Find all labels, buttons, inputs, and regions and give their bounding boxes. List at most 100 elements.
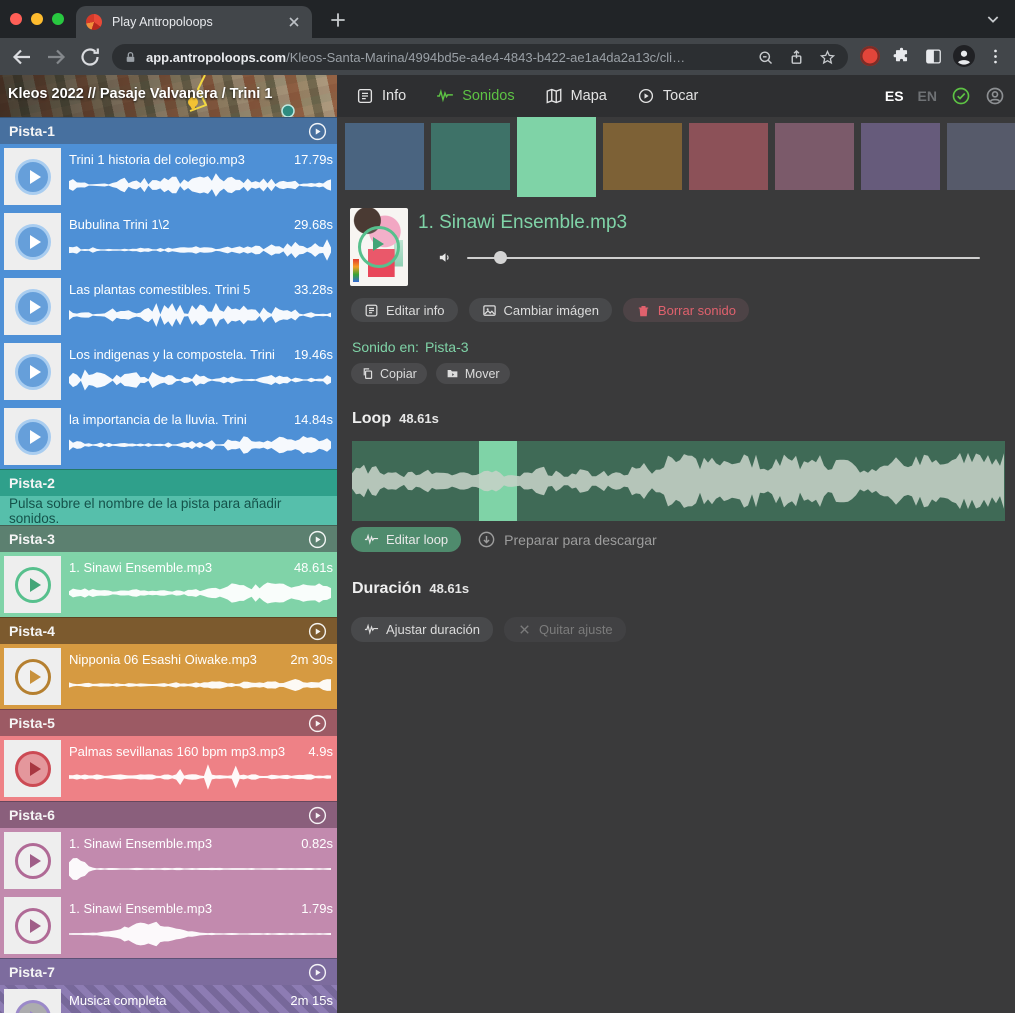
track-color-swatch-1[interactable]: [345, 123, 424, 190]
edit-loop-label: Editar loop: [386, 532, 448, 547]
track-header-pista-3[interactable]: Pista-3: [0, 525, 337, 552]
clip-thumbnail[interactable]: [4, 648, 61, 705]
forward-button[interactable]: [44, 45, 68, 69]
clip-thumbnail[interactable]: [4, 989, 61, 1013]
clip-play-icon[interactable]: [15, 354, 51, 390]
clip-play-icon[interactable]: [15, 843, 51, 879]
remove-adjust-button[interactable]: Quitar ajuste: [504, 617, 626, 642]
breadcrumb[interactable]: Kleos 2022 // Pasaje Valvanera / Trini 1: [8, 86, 272, 102]
edit-info-button[interactable]: Editar info: [351, 298, 458, 322]
volume-slider-handle[interactable]: [494, 251, 507, 264]
adjust-duration-button[interactable]: Ajustar duración: [351, 617, 493, 642]
clip-thumbnail[interactable]: [4, 343, 61, 400]
clip-pista-3[interactable]: 1. Sinawi Ensemble.mp348.61s: [0, 552, 337, 617]
clip-pista-6[interactable]: 1. Sinawi Ensemble.mp30.82s: [0, 828, 337, 893]
track-play-icon[interactable]: [307, 962, 328, 983]
clip-thumbnail[interactable]: [4, 740, 61, 797]
track-color-swatch-2[interactable]: [431, 123, 510, 190]
track-header-pista-7[interactable]: Pista-7: [0, 958, 337, 985]
browser-tab[interactable]: Play Antropoloops: [76, 6, 312, 38]
clip-duration: 29.68s: [294, 217, 333, 232]
clip-thumbnail[interactable]: [4, 278, 61, 335]
bookmark-star-icon[interactable]: [819, 49, 836, 66]
saved-check-icon[interactable]: [951, 86, 971, 106]
track-header-pista-5[interactable]: Pista-5: [0, 709, 337, 736]
sound-in-track-link[interactable]: Pista-3: [425, 339, 469, 355]
clip-thumbnail[interactable]: [4, 148, 61, 205]
macos-minimize-button[interactable]: [31, 13, 43, 25]
track-color-swatch-4[interactable]: [603, 123, 682, 190]
track-header-pista-4[interactable]: Pista-4: [0, 617, 337, 644]
browser-menu-icon[interactable]: [986, 47, 1005, 66]
clip-pista-5[interactable]: Palmas sevillanas 160 bpm mp3.mp34.9s: [0, 736, 337, 801]
lang-en[interactable]: EN: [918, 88, 937, 104]
track-play-icon[interactable]: [307, 529, 328, 550]
track-color-swatch-7[interactable]: [861, 123, 940, 190]
clip-pista-1[interactable]: Bubulina Trini 1\229.68s: [0, 209, 337, 274]
tab-close-icon[interactable]: [286, 14, 302, 30]
track-play-icon[interactable]: [307, 621, 328, 642]
change-image-button[interactable]: Cambiar imágen: [469, 298, 612, 322]
track-color-swatch-8[interactable]: [947, 123, 1015, 190]
clip-play-icon[interactable]: [15, 224, 51, 260]
clip-play-icon[interactable]: [15, 908, 51, 944]
lang-es[interactable]: ES: [885, 88, 904, 104]
nav-sonidos[interactable]: Sonidos: [436, 87, 514, 105]
clip-pista-1[interactable]: Trini 1 historia del colegio.mp317.79s: [0, 144, 337, 209]
clip-play-icon[interactable]: [15, 159, 51, 195]
clip-pista-7[interactable]: Musica completa2m 15s: [0, 985, 337, 1013]
share-icon[interactable]: [788, 49, 805, 66]
clip-play-icon[interactable]: [15, 659, 51, 695]
nav-info[interactable]: Info: [356, 87, 406, 105]
volume-slider-track[interactable]: [467, 257, 980, 259]
clip-pista-1[interactable]: Las plantas comestibles. Trini 533.28s: [0, 274, 337, 339]
nav-mapa[interactable]: Mapa: [545, 87, 607, 105]
account-icon[interactable]: [985, 86, 1005, 106]
location-map-thumbnail[interactable]: Kleos 2022 // Pasaje Valvanera / Trini 1: [0, 75, 337, 117]
address-bar[interactable]: app.antropoloops.com/Kleos-Santa-Marina/…: [112, 44, 848, 70]
new-tab-button[interactable]: [328, 10, 348, 30]
track-color-swatch-3-selected[interactable]: [517, 117, 596, 197]
clip-pista-1[interactable]: Los indigenas y la compostela. Trini19.4…: [0, 339, 337, 404]
clip-pista-4[interactable]: Nipponia 06 Esashi Oiwake.mp32m 30s: [0, 644, 337, 709]
clip-play-icon[interactable]: [15, 289, 51, 325]
side-panel-icon[interactable]: [924, 47, 943, 66]
extensions-puzzle-icon[interactable]: [892, 47, 911, 66]
clip-thumbnail[interactable]: [4, 408, 61, 465]
macos-zoom-button[interactable]: [52, 13, 64, 25]
clip-play-icon[interactable]: [15, 419, 51, 455]
clip-play-icon[interactable]: [15, 1000, 51, 1013]
recording-extension-icon[interactable]: [860, 46, 880, 66]
track-play-icon[interactable]: [307, 805, 328, 826]
tab-search-chevron-icon[interactable]: [985, 11, 1001, 27]
clip-thumbnail[interactable]: [4, 832, 61, 889]
edit-loop-button[interactable]: Editar loop: [351, 527, 461, 552]
sound-thumbnail[interactable]: [350, 208, 408, 286]
track-header-pista-1[interactable]: Pista-1: [0, 117, 337, 144]
track-header-pista-2[interactable]: Pista-2: [0, 469, 337, 496]
reload-button[interactable]: [78, 45, 102, 69]
profile-avatar[interactable]: [953, 45, 975, 67]
clip-pista-6[interactable]: 1. Sinawi Ensemble.mp31.79s: [0, 893, 337, 958]
clip-play-icon[interactable]: [15, 751, 51, 787]
zoom-page-icon[interactable]: [757, 49, 774, 66]
delete-sound-button[interactable]: Borrar sonido: [623, 298, 749, 322]
nav-tocar[interactable]: Tocar: [637, 87, 698, 105]
track-color-swatch-5[interactable]: [689, 123, 768, 190]
track-color-swatch-6[interactable]: [775, 123, 854, 190]
loop-waveform[interactable]: [352, 441, 1005, 521]
play-overlay-icon[interactable]: [358, 226, 400, 268]
clip-thumbnail[interactable]: [4, 213, 61, 270]
track-play-icon[interactable]: [307, 121, 328, 142]
move-button[interactable]: Mover: [436, 363, 510, 384]
copy-button[interactable]: Copiar: [351, 363, 427, 384]
clip-thumbnail[interactable]: [4, 556, 61, 613]
clip-pista-1[interactable]: la importancia de la lluvia. Trini14.84s: [0, 404, 337, 469]
back-button[interactable]: [10, 45, 34, 69]
track-header-pista-6[interactable]: Pista-6: [0, 801, 337, 828]
clip-thumbnail[interactable]: [4, 897, 61, 954]
track-play-icon[interactable]: [307, 713, 328, 734]
prepare-download-button[interactable]: Preparar para descargar: [477, 530, 657, 549]
macos-close-button[interactable]: [10, 13, 22, 25]
clip-play-icon[interactable]: [15, 567, 51, 603]
